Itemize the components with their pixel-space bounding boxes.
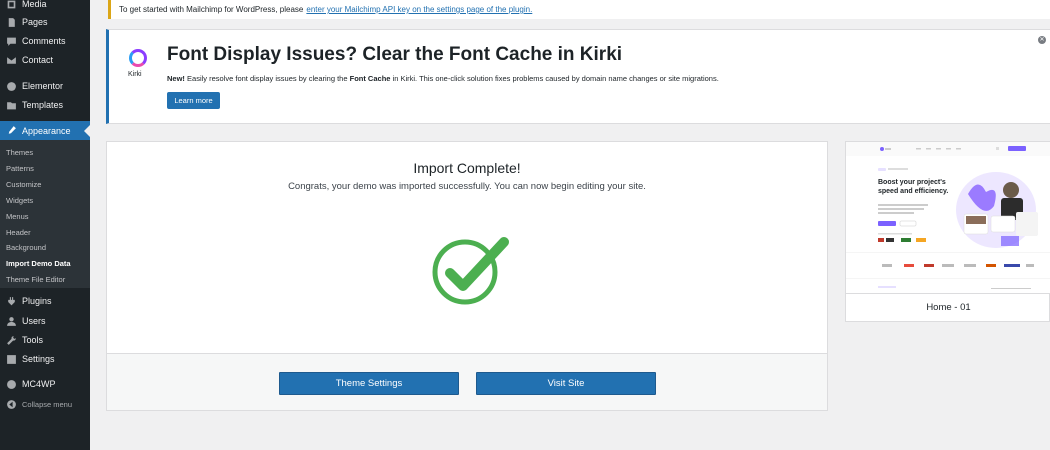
users-icon	[5, 315, 17, 327]
pages-icon	[5, 16, 17, 28]
sidebar-item-label: Appearance	[22, 125, 71, 136]
import-actions: Theme Settings Visit Site	[107, 353, 827, 410]
submenu-themes[interactable]: Themes	[6, 148, 33, 157]
learn-more-button[interactable]: Learn more	[167, 92, 220, 109]
contact-icon	[5, 54, 17, 66]
appearance-submenu: Themes Patterns Customize Widgets Menus …	[0, 140, 90, 288]
plugins-icon	[5, 295, 17, 307]
import-complete-card: Import Complete! Congrats, your demo was…	[106, 141, 828, 411]
svg-text:speed and efficiency.: speed and efficiency.	[878, 188, 948, 195]
sidebar-item-templates[interactable]: Templates	[0, 95, 90, 115]
theme-settings-button[interactable]: Theme Settings	[279, 372, 459, 395]
sidebar-item-tools[interactable]: Tools	[0, 330, 90, 350]
kirki-logo-text: Kirki	[128, 71, 142, 78]
sidebar-item-label: MC4WP	[22, 379, 56, 389]
elementor-icon	[5, 80, 17, 92]
sidebar-item-contact[interactable]: Contact	[0, 50, 90, 70]
demo-label: Home - 01	[926, 302, 971, 313]
sidebar-item-plugins[interactable]: Plugins	[0, 291, 90, 311]
submenu-import-demo-data[interactable]: Import Demo Data	[6, 259, 71, 268]
admin-sidebar: Media Pages Comments Contact Elementor T…	[0, 0, 90, 450]
desc-part-1: Easily resolve font display issues by cl…	[187, 74, 348, 83]
settings-icon	[5, 353, 17, 365]
sidebar-item-appearance[interactable]: Appearance	[0, 121, 90, 140]
sidebar-item-label: Pages	[22, 17, 48, 27]
submenu-theme-file-editor[interactable]: Theme File Editor	[6, 275, 65, 284]
submenu-widgets[interactable]: Widgets	[6, 196, 33, 205]
sidebar-item-label: Collapse menu	[22, 399, 73, 409]
sidebar-item-label: Users	[22, 316, 46, 326]
sidebar-item-label: Elementor	[22, 81, 64, 91]
sidebar-item-label: Settings	[22, 354, 55, 364]
kirki-description: New! Easily resolve font display issues …	[167, 74, 719, 83]
notice-text: To get started with Mailchimp for WordPr…	[119, 5, 304, 14]
collapse-icon	[5, 398, 17, 410]
demo-screenshot-graphic: Boost your project's speed and efficienc…	[846, 142, 1050, 293]
sidebar-item-label: Contact	[22, 55, 54, 65]
kirki-title: Font Display Issues? Clear the Font Cach…	[167, 44, 623, 65]
desc-bold: Font Cache	[349, 74, 391, 83]
submenu-customize[interactable]: Customize	[6, 180, 41, 189]
notice-settings-link[interactable]: enter your Mailchimp API key on the sett…	[306, 5, 532, 14]
dismiss-icon[interactable]: ✕	[1038, 36, 1046, 44]
import-subtitle: Congrats, your demo was imported success…	[288, 181, 646, 192]
mc4wp-icon	[5, 378, 17, 390]
appearance-icon	[5, 125, 17, 137]
demo-preview-card[interactable]: Boost your project's speed and efficienc…	[845, 141, 1050, 322]
submenu-menus[interactable]: Menus	[6, 212, 29, 221]
sidebar-item-mc4wp[interactable]: MC4WP	[0, 374, 90, 394]
kirki-logo-icon	[129, 49, 147, 67]
success-check-icon	[432, 237, 509, 305]
desc-part-2: in Kirki. This one-click solution fixes …	[392, 74, 719, 83]
import-title: Import Complete!	[413, 160, 521, 176]
templates-icon	[5, 99, 17, 111]
sidebar-item-label: Media	[22, 0, 47, 9]
svg-text:Boost your project's: Boost your project's	[878, 179, 946, 186]
submenu-patterns[interactable]: Patterns	[6, 164, 34, 173]
sidebar-item-label: Plugins	[22, 296, 52, 306]
tools-icon	[5, 334, 17, 346]
demo-thumbnail[interactable]: Boost your project's speed and efficienc…	[846, 142, 1050, 294]
submenu-header[interactable]: Header	[6, 228, 31, 237]
visit-site-button[interactable]: Visit Site	[476, 372, 656, 395]
sidebar-item-comments[interactable]: Comments	[0, 31, 90, 51]
comments-icon	[5, 35, 17, 47]
sidebar-item-users[interactable]: Users	[0, 311, 90, 331]
mailchimp-notice: To get started with Mailchimp for WordPr…	[108, 0, 1050, 19]
sidebar-item-label: Comments	[22, 36, 66, 46]
collapse-menu-button[interactable]: Collapse menu	[0, 394, 90, 414]
sidebar-item-settings[interactable]: Settings	[0, 349, 90, 369]
sidebar-item-pages[interactable]: Pages	[0, 12, 90, 32]
new-label: New!	[167, 74, 185, 83]
kirki-logo: Kirki	[128, 49, 150, 93]
kirki-notice: Kirki Font Display Issues? Clear the Fon…	[106, 29, 1050, 124]
submenu-background[interactable]: Background	[6, 243, 46, 252]
sidebar-item-elementor[interactable]: Elementor	[0, 76, 90, 96]
sidebar-item-label: Tools	[22, 335, 44, 345]
sidebar-item-label: Templates	[22, 100, 64, 110]
media-icon	[5, 0, 17, 10]
